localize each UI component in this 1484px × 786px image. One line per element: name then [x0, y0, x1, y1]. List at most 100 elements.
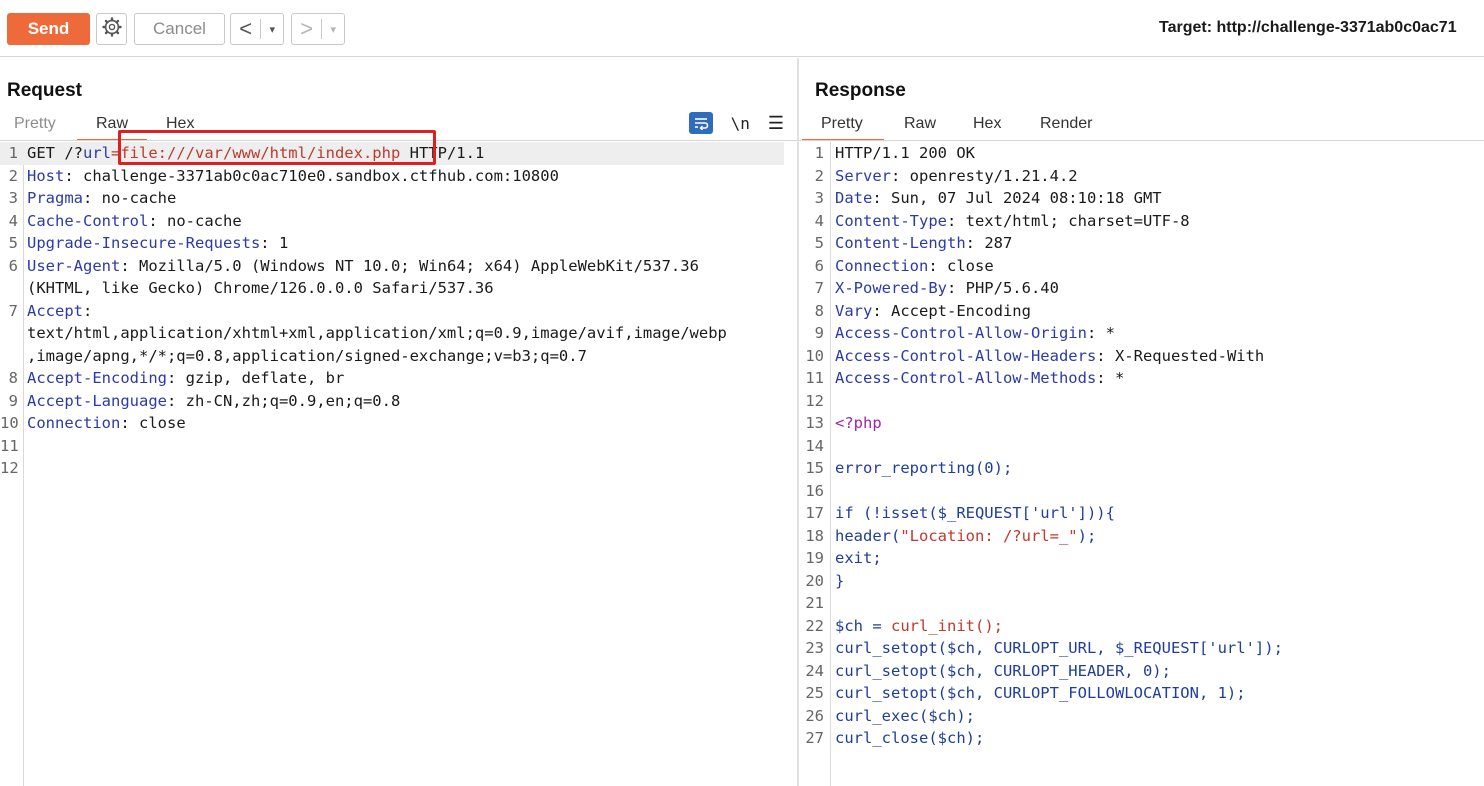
wrap-lines-icon[interactable] [688, 112, 713, 134]
code-line[interactable]: 7 Accept: [0, 300, 798, 323]
code-line[interactable]: 22 $ch = curl_init(); [799, 615, 1484, 638]
code-line[interactable]: 3 Date: Sun, 07 Jul 2024 08:10:18 GMT [799, 187, 1484, 210]
code-line[interactable]: 1 GET /?url=file:///var/www/html/index.ph… [0, 142, 784, 165]
line-number: 3 [8, 189, 18, 207]
code-line[interactable]: 4 Cache-Control: no-cache [0, 210, 798, 233]
code-line[interactable]: 15 error_reporting(0); [799, 457, 1484, 480]
code-line[interactable]: 25 curl_setopt($ch, CURLOPT_FOLLOWLOCATIO… [799, 682, 1484, 705]
code-line[interactable]: ,image/apng,*/*;q=0.8,application/signed… [0, 345, 798, 368]
code-text: Connection: close [27, 412, 186, 435]
divider [799, 140, 1484, 141]
code-text: Accept-Encoding: gzip, deflate, br [27, 367, 344, 390]
code-line[interactable]: 9 Accept-Language: zh-CN,zh;q=0.9,en;q=0.… [0, 390, 798, 413]
line-number: 10 [805, 346, 824, 365]
code-line[interactable]: 5 Content-Length: 287 [799, 232, 1484, 255]
code-line[interactable]: 2 Server: openresty/1.21.4.2 [799, 165, 1484, 188]
line-number: 22 [805, 616, 824, 635]
code-line[interactable]: 27 curl_close($ch); [799, 727, 1484, 750]
code-line[interactable]: 19 exit; [799, 547, 1484, 570]
code-text: X-Powered-By: PHP/5.6.40 [835, 277, 1059, 300]
code-token: : gzip, deflate, br [166, 369, 345, 387]
target-url[interactable]: Target: http://challenge-3371ab0c0ac71 [1159, 19, 1457, 37]
code-line[interactable]: 21 [799, 592, 1484, 615]
code-line[interactable]: 11 Access-Control-Allow-Methods: * [799, 367, 1484, 390]
code-line[interactable]: 20} [799, 570, 1484, 593]
code-line[interactable]: 2 Host: challenge-3371ab0c0ac710e0.sandbo… [0, 165, 798, 188]
send-button[interactable]: Send [7, 13, 90, 45]
code-line[interactable]: 14 [799, 435, 1484, 458]
code-text: curl_setopt($ch, CURLOPT_HEADER, 0); [835, 660, 1171, 683]
code-line[interactable]: 1 HTTP/1.1 200 OK [799, 142, 1484, 165]
request-title: Request [7, 80, 82, 101]
code-token: Connection [27, 414, 121, 432]
response-title: Response [815, 80, 906, 101]
code-line[interactable]: text/html,application/xhtml+xml,applicat… [0, 322, 798, 345]
code-text: $ch = curl_init(); [835, 615, 1003, 638]
code-token: GET /? [27, 144, 83, 162]
tab-raw[interactable]: Raw [884, 112, 954, 141]
response-panel: Response Pretty Raw Hex Render 1 HTTP/1.1… [799, 58, 1484, 786]
code-token: : X-Requested-With [1096, 346, 1265, 365]
code-token: (KHTML, like Gecko) Chrome/126.0.0.0 Saf… [27, 279, 494, 297]
request-editor[interactable]: 1 GET /?url=file:///var/www/html/index.ph… [0, 142, 798, 786]
code-text: Date: Sun, 07 Jul 2024 08:10:18 GMT [835, 187, 1162, 210]
code-line[interactable]: 16 [799, 480, 1484, 503]
tab-hex[interactable]: Hex [147, 112, 207, 141]
tab-hex[interactable]: Hex [954, 112, 1021, 141]
line-number: 23 [805, 639, 824, 657]
code-text: Access-Control-Allow-Methods: * [835, 367, 1124, 390]
response-editor[interactable]: 1 HTTP/1.1 200 OK 2 Server: openresty/1.21.… [799, 142, 1484, 786]
newline-toggle-icon[interactable]: \n [731, 114, 750, 133]
line-number: 8 [814, 301, 824, 320]
code-line[interactable]: 12 [0, 457, 798, 480]
code-line[interactable]: 10 Access-Control-Allow-Headers: X-Reques… [799, 345, 1484, 368]
code-line[interactable]: 9 Access-Control-Allow-Origin: * [799, 322, 1484, 345]
code-line[interactable]: 24 curl_setopt($ch, CURLOPT_HEADER, 0); [799, 660, 1484, 683]
line-number: 10 [0, 414, 19, 432]
code-line[interactable]: 8 Accept-Encoding: gzip, deflate, br [0, 367, 798, 390]
code-token: : * [1096, 369, 1125, 387]
back-button[interactable]: < [231, 14, 260, 44]
code-token: Access-Control-Allow-Origin [835, 324, 1087, 342]
code-line[interactable]: 8 Vary: Accept-Encoding [799, 300, 1484, 323]
line-number: 24 [805, 661, 824, 680]
code-token: Content-Type [835, 211, 947, 230]
code-line[interactable]: 6 Connection: close [799, 255, 1484, 278]
code-token: : Mozilla/5.0 (Windows NT 10.0; Win64; x… [120, 256, 699, 275]
code-line[interactable]: 10 Connection: close [0, 412, 798, 435]
forward-button[interactable]: > [292, 14, 321, 44]
code-line[interactable]: 5 Upgrade-Insecure-Requests: 1 [0, 232, 798, 255]
forward-dropdown-icon[interactable]: ▾ [322, 23, 344, 36]
line-number: 8 [8, 369, 18, 387]
line-number: 1 [8, 144, 18, 162]
menu-icon[interactable]: ☰ [768, 114, 784, 132]
code-line[interactable]: 6 User-Agent: Mozilla/5.0 (Windows NT 10.… [0, 255, 798, 278]
code-line[interactable]: (KHTML, like Gecko) Chrome/126.0.0.0 Saf… [0, 277, 798, 300]
tab-raw[interactable]: Raw [77, 112, 147, 141]
code-line[interactable]: 26 curl_exec($ch); [799, 705, 1484, 728]
code-line[interactable]: 18 header("Location: /?url=_"); [799, 525, 1484, 548]
code-token: : zh-CN,zh;q=0.9,en;q=0.8 [166, 391, 401, 410]
code-token: text/html,application/xhtml+xml,applicat… [27, 324, 727, 342]
line-number: 2 [814, 166, 824, 185]
code-token: Content-Length [835, 234, 966, 252]
code-line[interactable]: 17 if (!isset($_REQUEST['url'])){ [799, 502, 1484, 525]
cancel-button[interactable]: Cancel [134, 13, 225, 45]
code-line[interactable]: 13 <?php [799, 412, 1484, 435]
forward-nav-group: > ▾ [291, 13, 345, 45]
code-line[interactable]: 12 [799, 390, 1484, 413]
code-line[interactable]: 23 curl_setopt($ch, CURLOPT_URL, $_REQUES… [799, 637, 1484, 660]
code-line[interactable]: 7 X-Powered-By: PHP/5.6.40 [799, 277, 1484, 300]
settings-button[interactable] [96, 13, 127, 45]
tab-render[interactable]: Render [1021, 112, 1101, 141]
tab-pretty[interactable]: Pretty [0, 112, 77, 141]
back-dropdown-icon[interactable]: ▾ [261, 23, 283, 36]
code-token: : Sun, 07 Jul 2024 08:10:18 GMT [872, 189, 1162, 207]
code-token: Host [27, 166, 65, 185]
code-token: Cache-Control [27, 211, 149, 230]
code-line[interactable]: 4 Content-Type: text/html; charset=UTF-8 [799, 210, 1484, 233]
tab-pretty[interactable]: Pretty [802, 112, 884, 141]
code-line[interactable]: 11 [0, 435, 798, 458]
line-number: 12 [805, 391, 824, 410]
code-line[interactable]: 3 Pragma: no-cache [0, 187, 798, 210]
